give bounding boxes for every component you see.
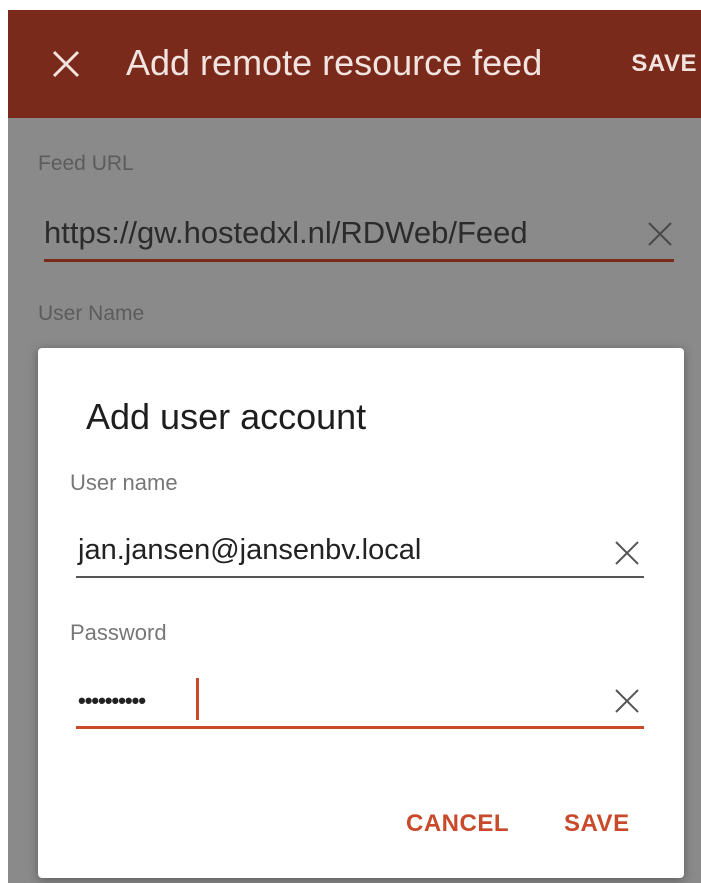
dialog-password-label: Password [70,620,167,645]
appbar-save-button[interactable]: SAVE [631,50,697,78]
password-clear-icon[interactable] [612,686,642,716]
feed-url-label: Feed URL [38,152,134,175]
password-underline [76,726,644,729]
dialog-username-input[interactable]: jan.jansen@jansenbv.local [78,534,421,567]
user-name-label: User Name [38,302,145,325]
dialog-username-label: User name [70,470,178,495]
feed-url-clear-icon[interactable] [646,220,674,248]
username-underline [76,576,644,578]
app-bar: Add remote resource feed SAVE [8,10,701,118]
text-cursor [196,678,199,720]
cancel-button[interactable]: CANCEL [406,810,509,838]
page-title: Add remote resource feed [126,42,543,83]
username-clear-icon[interactable] [612,538,642,568]
save-button[interactable]: SAVE [564,810,630,838]
add-user-account-dialog: Add user account User name jan.jansen@ja… [38,348,684,878]
dialog-password-input[interactable]: •••••••••• [78,688,146,714]
close-icon[interactable] [46,44,86,84]
feed-url-underline [44,259,674,262]
dialog-title: Add user account [86,396,367,437]
screen: Add remote resource feed SAVE Feed URL h… [0,0,701,883]
feed-url-input[interactable]: https://gw.hostedxl.nl/RDWeb/Feed [44,215,528,251]
